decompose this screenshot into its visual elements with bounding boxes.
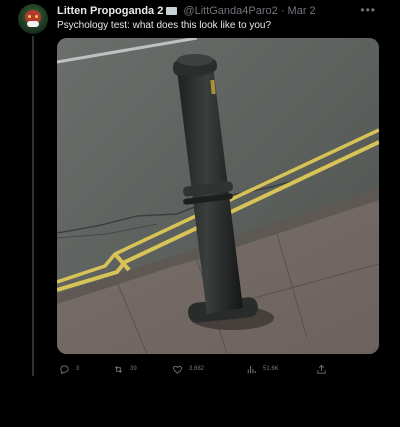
- tweet[interactable]: Litten Propoganda 2 @LittGanda4Paro2 · M…: [0, 0, 392, 380]
- views-icon: [246, 364, 257, 375]
- tweet-text: Psychology test: what does this look lik…: [57, 20, 272, 31]
- action-bar: 3 39 3,682 51.6K: [57, 362, 337, 376]
- reply-count: 3: [76, 366, 80, 372]
- avatar-eye: [28, 15, 31, 18]
- views-button[interactable]: 51.6K: [246, 362, 279, 376]
- views-count: 51.6K: [263, 366, 279, 372]
- more-icon[interactable]: •••: [360, 3, 376, 17]
- retweet-count: 39: [130, 366, 137, 372]
- reply-icon: [59, 364, 70, 375]
- thread-line: [32, 36, 34, 376]
- retweet-button[interactable]: 39: [113, 362, 137, 376]
- separator: ·: [280, 5, 285, 17]
- avatar[interactable]: [18, 4, 48, 34]
- like-count: 3,682: [189, 366, 205, 372]
- tweet-header: Litten Propoganda 2 @LittGanda4Paro2 · M…: [57, 3, 378, 19]
- like-icon: [172, 364, 183, 375]
- author-name[interactable]: Litten Propoganda 2: [57, 5, 163, 17]
- tweet-date[interactable]: Mar 2: [288, 5, 316, 17]
- bollard-photo: [57, 38, 379, 354]
- author-handle[interactable]: @LittGanda4Paro2: [183, 5, 277, 17]
- avatar-mask: [27, 21, 39, 27]
- like-button[interactable]: 3,682: [172, 362, 204, 376]
- tweet-photo[interactable]: [57, 38, 379, 354]
- retweet-icon: [113, 364, 124, 375]
- verified-flag-icon: [166, 7, 178, 15]
- share-icon: [316, 364, 327, 375]
- avatar-eye: [35, 15, 38, 18]
- share-button[interactable]: [316, 362, 333, 376]
- reply-button[interactable]: 3: [59, 362, 79, 376]
